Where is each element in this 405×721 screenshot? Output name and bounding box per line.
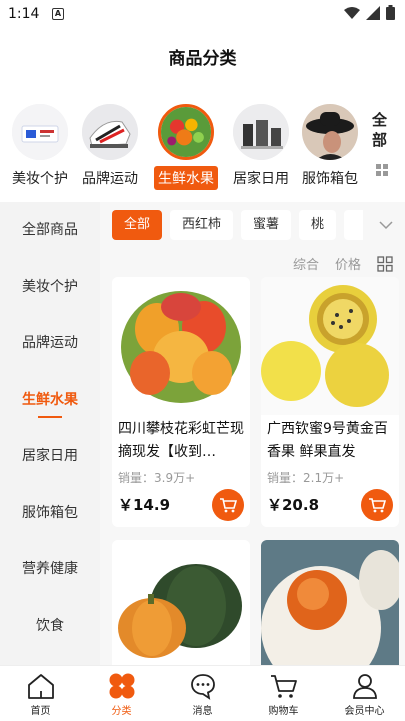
product-card[interactable]: 广西钦蜜9号黄金百香果 鲜果直发 销量：2.1万+ ￥20.8 [261,277,399,527]
wifi-icon [344,6,360,19]
product-sales: 销量：2.1万+ [267,471,345,485]
page-title: 商品分类 [168,49,237,69]
chip-peach[interactable]: 桃 [299,210,337,240]
category-all-button[interactable]: 全部 [372,110,392,150]
tab-messages[interactable]: 消息 [162,666,243,721]
sort-comprehensive[interactable]: 综合 [293,254,319,273]
category-label: 生鲜水果 [154,166,218,190]
sidebar-item-all[interactable]: 全部商品 [0,202,100,259]
category-home[interactable]: 居家日用 [225,100,297,190]
filter-chips: 全部 西红柿 蜜薯 桃 [112,210,375,240]
cart-icon [220,498,237,513]
sidebar-item-food[interactable]: 饮食 [0,598,100,655]
cart-icon [369,498,386,513]
category-label: 居家日用 [233,171,289,187]
category-sports-image [82,104,138,160]
product-title: 广西钦蜜9号黄金百香果 鲜果直发 [267,421,388,460]
tab-label: 消息 [192,706,213,717]
sidebar-item-apparel[interactable]: 服饰箱包 [0,485,100,542]
category-sidebar: 全部商品 美妆个护 品牌运动 生鲜水果 居家日用 服饰箱包 营养健康 饮食 [0,202,100,665]
tab-label: 首页 [30,706,51,717]
tab-category[interactable]: 分类 [81,666,162,721]
category-label: 品牌运动 [82,171,138,187]
sort-price[interactable]: 价格 [335,254,361,273]
sidebar-item-health[interactable]: 营养健康 [0,541,100,598]
home-icon [27,674,54,699]
add-to-cart-button[interactable] [361,489,393,521]
category-fruit-image [158,104,214,160]
signal-icon [366,5,380,20]
product-card[interactable]: 四川攀枝花彩虹芒现摘现发【收到… 销量：3.9万+ ￥14.9 [112,277,250,527]
tab-label: 购物车 [268,706,299,717]
grid-icon[interactable] [376,164,388,176]
chips-expand-button[interactable] [363,206,405,244]
product-panel: 全部 西红柿 蜜薯 桃 综合 价格 四川攀枝花彩虹芒现摘现发【收到… 销量：3.… [100,202,405,665]
status-time: 1:14 [8,6,40,22]
product-image-mango [112,277,250,415]
category-label: 美妆个护 [12,171,68,187]
layout-toggle-icon[interactable] [377,255,393,272]
category-home-image [233,104,289,160]
category-icon [109,673,134,699]
category-fresh-fruit[interactable]: 生鲜水果 [150,100,222,190]
message-icon [190,674,215,700]
category-label: 服饰箱包 [302,171,358,187]
sidebar-item-sports[interactable]: 品牌运动 [0,315,100,372]
chip-tomato[interactable]: 西红柿 [170,210,234,240]
category-beauty-image [12,104,68,160]
tab-cart[interactable]: 购物车 [243,666,324,721]
tab-label: 分类 [111,706,132,717]
product-title: 四川攀枝花彩虹芒现摘现发【收到… [118,421,244,460]
tab-member-center[interactable]: 会员中心 [324,666,405,721]
product-price: ￥20.8 [267,496,320,514]
sort-bar: 综合 价格 [293,254,393,273]
cart-icon [270,675,297,698]
notification-icon: A [52,8,64,20]
tab-label: 会员中心 [344,706,385,717]
bottom-tab-bar: 首页 分类 消息 购物车 会员中心 [0,665,405,721]
category-carousel[interactable]: 美妆个护 品牌运动 生鲜水果 居家日用 服饰箱包 [0,100,405,195]
product-card[interactable] [261,540,399,665]
add-to-cart-button[interactable] [212,489,244,521]
product-price: ￥14.9 [118,496,171,514]
product-card[interactable] [112,540,250,665]
battery-icon [386,5,395,20]
category-sports[interactable]: 品牌运动 [74,100,146,190]
status-icons [344,5,395,20]
category-apparel[interactable]: 服饰箱包 [294,100,366,190]
sidebar-item-home[interactable]: 居家日用 [0,428,100,485]
product-sales: 销量：3.9万+ [118,471,196,485]
category-apparel-image [302,104,358,160]
product-image-passion-fruit [261,277,399,415]
user-icon [352,674,377,699]
chip-sweet-potato[interactable]: 蜜薯 [241,210,292,240]
sidebar-item-beauty[interactable]: 美妆个护 [0,259,100,316]
product-image-pumpkin [112,540,250,665]
tab-home[interactable]: 首页 [0,666,81,721]
chip-all[interactable]: 全部 [112,210,163,240]
status-bar: 1:14 A [0,0,405,30]
sidebar-item-fresh-fruit[interactable]: 生鲜水果 [0,371,100,428]
product-image-salted-egg [261,540,399,665]
chevron-down-icon [379,221,393,230]
category-beauty[interactable]: 美妆个护 [4,100,76,190]
